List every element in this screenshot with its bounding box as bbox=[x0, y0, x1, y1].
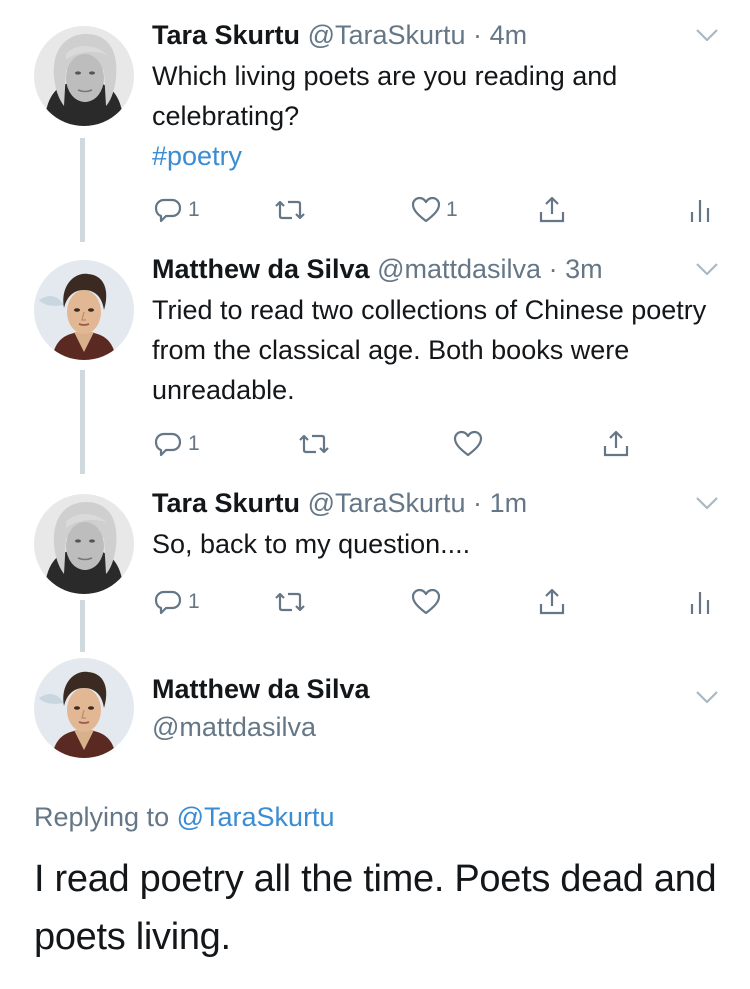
heart-icon bbox=[411, 588, 441, 615]
tweet-header: Matthew da Silva @mattdasilva · 3m bbox=[152, 252, 603, 286]
share-icon bbox=[539, 588, 565, 615]
tweet[interactable]: Matthew da Silva @mattdasilva · 3m Tried… bbox=[0, 252, 750, 472]
author-name[interactable]: Tara Skurtu bbox=[152, 20, 300, 50]
like-count: 1 bbox=[446, 198, 458, 221]
chevron-down-icon[interactable] bbox=[694, 684, 720, 710]
reply-icon bbox=[154, 198, 182, 223]
main-tweet-text: I read poetry all the time. Poets dead a… bbox=[34, 858, 717, 958]
separator: · bbox=[548, 254, 558, 284]
share-icon bbox=[603, 430, 629, 457]
avatar[interactable] bbox=[34, 26, 134, 126]
separator: · bbox=[473, 488, 483, 518]
reply-button[interactable]: 1 bbox=[152, 582, 200, 622]
heart-icon bbox=[411, 196, 441, 223]
share-button[interactable] bbox=[600, 424, 632, 464]
reply-button[interactable]: 1 bbox=[152, 424, 200, 464]
reply-icon bbox=[154, 432, 182, 457]
replying-prefix: Replying to bbox=[34, 802, 170, 832]
tweet-text: Which living poets are you reading and c… bbox=[152, 56, 712, 176]
share-button[interactable] bbox=[536, 582, 568, 622]
author-name[interactable]: Matthew da Silva bbox=[152, 674, 370, 705]
reply-count: 1 bbox=[188, 590, 200, 613]
mention-link[interactable]: @TaraSkurtu bbox=[177, 802, 335, 832]
author-name[interactable]: Tara Skurtu bbox=[152, 488, 300, 518]
tweet[interactable]: Tara Skurtu @TaraSkurtu · 1m So, back to… bbox=[0, 486, 750, 636]
retweet-button[interactable] bbox=[274, 190, 306, 230]
avatar[interactable] bbox=[34, 494, 134, 594]
timestamp[interactable]: 4m bbox=[490, 20, 528, 50]
tweet-text: Tried to read two collections of Chinese… bbox=[152, 295, 707, 405]
tweet-header: Tara Skurtu @TaraSkurtu · 4m bbox=[152, 18, 527, 52]
like-button[interactable]: 1 bbox=[410, 190, 458, 230]
reply-count: 1 bbox=[188, 432, 200, 455]
avatar[interactable] bbox=[34, 658, 134, 758]
retweet-icon bbox=[298, 434, 330, 454]
avatar[interactable] bbox=[34, 260, 134, 360]
tweet-actions: 1 bbox=[152, 582, 722, 622]
author-handle[interactable]: @mattdasilva bbox=[377, 254, 541, 284]
analytics-icon bbox=[690, 198, 710, 224]
timestamp[interactable]: 1m bbox=[490, 488, 528, 518]
retweet-icon bbox=[274, 592, 306, 612]
reply-icon bbox=[154, 590, 182, 615]
analytics-button[interactable] bbox=[684, 190, 716, 230]
separator: · bbox=[473, 20, 483, 50]
tweet-text-content: Which living poets are you reading and c… bbox=[152, 61, 618, 131]
hashtag-link[interactable]: #poetry bbox=[152, 136, 712, 176]
author-handle[interactable]: @mattdasilva bbox=[152, 712, 316, 743]
like-button[interactable] bbox=[410, 582, 442, 622]
retweet-button[interactable] bbox=[274, 582, 306, 622]
reply-button[interactable]: 1 bbox=[152, 190, 200, 230]
tweet[interactable]: Tara Skurtu @TaraSkurtu · 4m Which livin… bbox=[0, 18, 750, 238]
chevron-down-icon[interactable] bbox=[694, 22, 720, 48]
replying-to: Replying to @TaraSkurtu bbox=[34, 802, 335, 833]
author-handle[interactable]: @TaraSkurtu bbox=[308, 20, 466, 50]
analytics-icon bbox=[690, 590, 710, 616]
analytics-button[interactable] bbox=[684, 582, 716, 622]
retweet-icon bbox=[274, 200, 306, 220]
retweet-button[interactable] bbox=[298, 424, 330, 464]
tweet-actions: 1 bbox=[152, 424, 722, 464]
chevron-down-icon[interactable] bbox=[694, 256, 720, 282]
chevron-down-icon[interactable] bbox=[694, 490, 720, 516]
share-button[interactable] bbox=[536, 190, 568, 230]
tweet-header: Tara Skurtu @TaraSkurtu · 1m bbox=[152, 486, 527, 520]
author-handle[interactable]: @TaraSkurtu bbox=[308, 488, 466, 518]
main-tweet[interactable]: Matthew da Silva @mattdasilva Replying t… bbox=[0, 652, 750, 989]
tweet-actions: 1 1 bbox=[152, 190, 722, 230]
author-name[interactable]: Matthew da Silva bbox=[152, 254, 370, 284]
timestamp[interactable]: 3m bbox=[565, 254, 603, 284]
like-button[interactable] bbox=[452, 424, 484, 464]
tweet-text: So, back to my question.... bbox=[152, 529, 471, 559]
heart-icon bbox=[453, 430, 483, 457]
reply-count: 1 bbox=[188, 198, 200, 221]
share-icon bbox=[539, 196, 565, 223]
